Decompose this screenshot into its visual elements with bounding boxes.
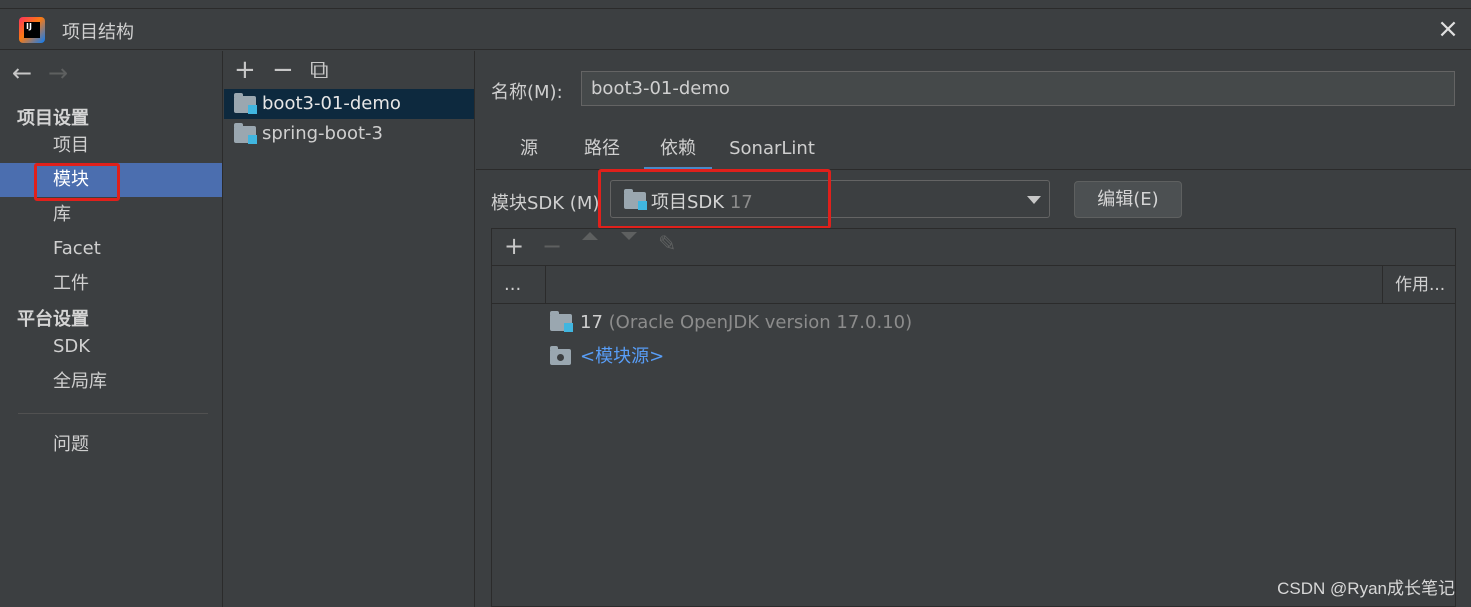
module-sdk-label: 模块SDK (M) [491,193,600,214]
move-up-icon[interactable] [582,232,598,240]
name-label: 名称(M): [491,82,563,103]
modules-panel: + − ⧉ boot3-01-demo spring-boot-3 [224,51,475,607]
module-name: spring-boot-3 [262,123,383,144]
dependency-row[interactable]: 17 (Oracle OpenJDK version 17.0.10) [550,308,950,338]
move-down-icon[interactable] [621,232,637,240]
module-folder-icon [234,123,257,144]
window-title: 项目结构 [62,22,134,43]
tab-sources[interactable]: 源 [508,133,550,170]
dependencies-toolbar: + − ✎ [492,229,1455,266]
watermark: CSDN @Ryan成长笔记 [1277,579,1455,598]
sidebar-item-project[interactable]: 项目 [0,129,222,163]
dependency-name: 17 [580,312,603,333]
column-scope[interactable]: 作用... [1382,266,1455,304]
module-details: 名称(M): 源 路径 依赖 SonarLint 模块SDK (M) 项目SDK… [476,51,1471,607]
title-bar: IJ 项目结构 × [0,9,1471,50]
sidebar-item-global-libraries[interactable]: 全局库 [0,365,222,399]
sidebar-item-problems[interactable]: 问题 [0,428,222,462]
platform-settings-heading: 平台设置 [17,309,89,330]
close-icon[interactable]: × [1433,14,1463,44]
module-item[interactable]: boot3-01-demo [224,89,474,119]
module-item[interactable]: spring-boot-3 [224,119,474,149]
sidebar-divider [18,413,208,414]
nav-arrows: ← → [12,59,84,87]
source-folder-icon [550,346,571,365]
copy-module-icon[interactable]: ⧉ [310,55,348,86]
sidebar-item-facets[interactable]: Facet [0,232,222,266]
dependencies-header: ... 作用... [492,266,1455,304]
sidebar-item-artifacts[interactable]: 工件 [0,267,222,301]
dependency-detail: (Oracle OpenJDK version 17.0.10) [608,312,913,333]
edit-sdk-button[interactable]: 编辑(E) [1074,181,1182,218]
dependencies-panel: + − ✎ ... 作用... 17 (Oracle OpenJDK versi… [491,228,1456,607]
module-name-input[interactable] [581,71,1455,106]
project-settings-heading: 项目设置 [17,108,89,129]
forward-arrow-icon[interactable]: → [48,59,84,87]
intellij-logo-icon: IJ [19,17,45,43]
highlight-box-sdk [598,169,831,229]
module-source-link: <模块源> [580,346,665,367]
tab-paths[interactable]: 路径 [576,133,628,170]
chevron-down-icon [1027,196,1041,204]
modules-toolbar: + − ⧉ [234,55,348,86]
dependency-row[interactable]: <模块源> [550,342,750,372]
sidebar-item-libraries[interactable]: 库 [0,198,222,232]
highlight-box-modules [34,163,120,201]
module-name: boot3-01-demo [262,93,401,114]
module-tabs: 源 路径 依赖 SonarLint [476,133,1471,170]
settings-sidebar: ← → 项目设置 项目 模块 库 Facet 工件 平台设置 SDK 全局库 问题 [0,51,223,607]
back-arrow-icon[interactable]: ← [12,59,48,87]
column-export[interactable]: ... [492,266,546,304]
tab-sonarlint[interactable]: SonarLint [726,133,818,170]
add-module-icon[interactable]: + [234,55,272,85]
add-dependency-icon[interactable]: + [504,232,524,260]
remove-dependency-icon[interactable]: − [542,232,562,260]
jdk-folder-icon [550,311,573,332]
edit-dependency-icon[interactable]: ✎ [658,232,676,257]
tab-dependencies[interactable]: 依赖 [644,133,712,170]
module-folder-icon [234,93,257,114]
sidebar-item-sdks[interactable]: SDK [0,330,222,364]
remove-module-icon[interactable]: − [272,55,310,85]
top-strip [0,0,1471,9]
